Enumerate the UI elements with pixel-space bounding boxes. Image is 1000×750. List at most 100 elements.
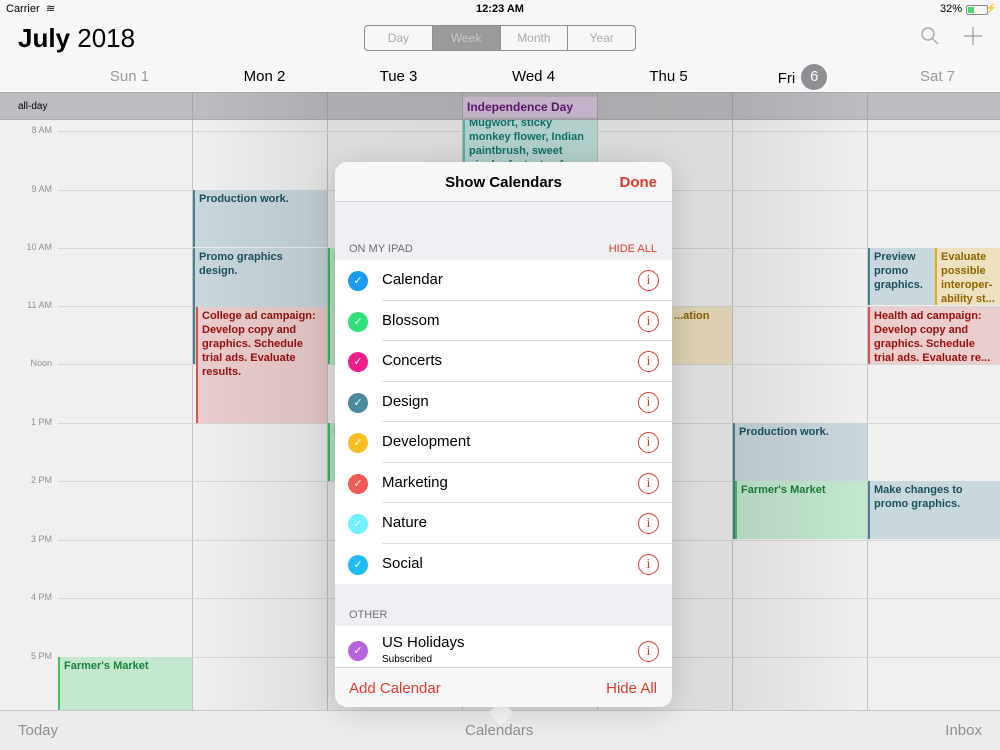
view-month[interactable]: Month — [499, 26, 568, 50]
month-label: July — [18, 23, 71, 53]
hour-label: 10 AM — [26, 242, 52, 252]
day-header-wed[interactable]: Wed 4 — [466, 68, 601, 85]
event-block[interactable]: Evaluate possible interoper-ability st..… — [935, 248, 1000, 305]
calendar-name: Social — [382, 554, 423, 572]
today-badge: 6 — [801, 64, 828, 90]
battery-icon — [966, 5, 988, 15]
calendar-row-development[interactable]: ✓ Development i — [335, 422, 672, 463]
event-block[interactable]: Production work. — [193, 190, 327, 247]
add-calendar-button[interactable]: Add Calendar — [349, 680, 441, 697]
calendar-name: Nature — [382, 514, 428, 531]
calendar-list: ✓ Calendar i ✓ Blossom i ✓ Concerts i ✓ … — [335, 260, 672, 584]
checkmark-icon[interactable]: ✓ — [348, 311, 368, 332]
checkmark-icon[interactable]: ✓ — [348, 641, 368, 661]
checkmark-icon[interactable]: ✓ — [348, 352, 368, 372]
hide-all-button[interactable]: Hide All — [606, 680, 657, 697]
status-time: 12:23 AM — [476, 3, 524, 15]
hour-label: Noon — [30, 358, 52, 368]
view-year[interactable]: Year — [567, 26, 635, 50]
calendar-row-marketing[interactable]: ✓ Marketing i — [335, 463, 672, 503]
search-icon[interactable] — [920, 26, 940, 52]
info-icon[interactable]: i — [638, 472, 659, 494]
calendar-name: Blossom — [382, 311, 440, 329]
calendar-name: US Holidays — [382, 634, 465, 651]
view-segmented-control: Day Week Month Year — [364, 25, 636, 51]
checkmark-icon[interactable]: ✓ — [348, 554, 368, 575]
day-header-sat[interactable]: Sat 7 — [870, 68, 1000, 85]
event-block[interactable]: Health ad campaign: Develop copy and gra… — [868, 307, 1000, 364]
calendar-row-calendar[interactable]: ✓ Calendar i — [335, 260, 672, 301]
section-header-on-my-ipad: ON MY IPAD — [349, 243, 413, 255]
checkmark-icon[interactable]: ✓ — [348, 473, 368, 494]
hour-label: 11 AM — [27, 300, 52, 310]
done-button[interactable]: Done — [620, 174, 658, 191]
hour-label: 2 PM — [30, 475, 52, 485]
calendar-row-nature[interactable]: ✓ Nature i — [335, 503, 672, 544]
calendar-name: Development — [382, 433, 471, 450]
hour-label: 5 PM — [30, 651, 52, 661]
divider — [732, 93, 733, 121]
info-icon[interactable]: i — [638, 432, 659, 453]
calendar-row-us-holidays[interactable]: ✓ US Holidays Subscribed i — [335, 626, 672, 668]
inbox-button[interactable]: Inbox — [945, 722, 982, 739]
calendar-header: July 2018 Day Week Month Year Sun 1 Mon … — [0, 20, 1000, 92]
popover-footer: Add Calendar Hide All — [335, 667, 672, 707]
calendar-name: Design — [382, 392, 429, 410]
all-day-label: all-day — [18, 101, 48, 112]
info-icon[interactable]: i — [638, 310, 659, 332]
divider — [327, 120, 328, 710]
day-header-fri[interactable]: Fri 6 — [735, 64, 870, 90]
day-header-tue[interactable]: Tue 3 — [331, 68, 466, 85]
calendar-row-blossom[interactable]: ✓ Blossom i — [335, 301, 672, 341]
view-day[interactable]: Day — [365, 26, 432, 50]
hour-label: 9 AM — [31, 184, 52, 194]
hide-all-section-button[interactable]: HIDE ALL — [609, 243, 657, 255]
hour-label: 4 PM — [30, 592, 52, 602]
divider — [597, 93, 598, 121]
section-header-other: OTHER — [349, 609, 388, 621]
calendar-row-design[interactable]: ✓ Design i — [335, 382, 672, 422]
event-block[interactable]: College ad campaign: Develop copy and gr… — [196, 307, 327, 423]
checkmark-icon[interactable]: ✓ — [348, 271, 368, 291]
checkmark-icon[interactable]: ✓ — [348, 514, 368, 534]
other-calendar-list: ✓ US Holidays Subscribed i — [335, 626, 672, 668]
event-block[interactable]: Farmer's Market — [58, 657, 192, 710]
divider — [732, 120, 733, 710]
day-header-mon[interactable]: Mon 2 — [197, 68, 332, 85]
year-label: 2018 — [77, 23, 136, 53]
battery-percent: 32% — [939, 3, 962, 15]
today-button[interactable]: Today — [18, 722, 58, 739]
event-block[interactable]: Preview promo graphics. — [868, 248, 935, 305]
calendar-row-concerts[interactable]: ✓ Concerts i — [335, 341, 672, 382]
day-header-sun[interactable]: Sun 1 — [62, 68, 197, 85]
hour-label: 8 AM — [31, 125, 52, 135]
checkmark-icon[interactable]: ✓ — [348, 433, 368, 453]
info-icon[interactable]: i — [638, 553, 659, 575]
divider — [867, 93, 868, 121]
calendar-row-social[interactable]: ✓ Social i — [335, 544, 672, 585]
info-icon[interactable]: i — [638, 391, 659, 413]
info-icon[interactable]: i — [638, 641, 659, 662]
all-day-event[interactable]: Independence Day — [463, 97, 597, 117]
day-headers: Sun 1 Mon 2 Tue 3 Wed 4 Thu 5 Fri 6 Sat 7 — [0, 64, 1000, 92]
calendar-name: Concerts — [382, 352, 443, 369]
hour-label: 1 PM — [30, 417, 52, 427]
plus-icon[interactable] — [963, 26, 983, 52]
info-icon[interactable]: i — [638, 513, 659, 534]
event-block[interactable]: Make changes to promo graphics. — [868, 481, 1000, 539]
popover-header: Show Calendars Done — [335, 162, 672, 202]
view-week[interactable]: Week — [431, 26, 500, 50]
checkmark-icon[interactable]: ✓ — [348, 392, 368, 413]
day-header-thu[interactable]: Thu 5 — [601, 68, 736, 85]
event-block[interactable]: Farmer's Market — [735, 481, 867, 539]
charging-icon: ⚡ — [985, 3, 997, 13]
status-bar: Carrier ≋ 12:23 AM 32% ⚡ — [0, 0, 1000, 20]
hour-label: 3 PM — [30, 534, 52, 544]
info-icon[interactable]: i — [638, 270, 659, 291]
page-title: July 2018 — [18, 23, 135, 54]
all-day-row: all-day Independence Day — [0, 92, 1000, 121]
battery-fill — [968, 7, 974, 13]
divider — [867, 120, 868, 710]
calendar-name: Calendar — [382, 271, 443, 288]
info-icon[interactable]: i — [638, 351, 659, 372]
